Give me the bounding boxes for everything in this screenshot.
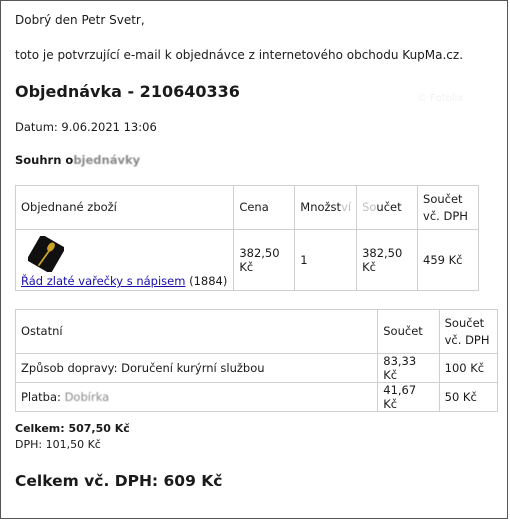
header-quantity: Množství (294, 185, 358, 230)
order-title: Objednávka - 210640336 (15, 82, 240, 101)
watermark-text: © Fotolia (417, 93, 464, 104)
greeting: Dobrý den Petr Svetr, (15, 13, 145, 27)
item-sum: 382,50 Kč (356, 229, 419, 291)
item-price: 382,50 Kč (233, 229, 296, 291)
summary-heading-visible: Souhrn o (15, 153, 74, 167)
header-product: Objednané zboží (14, 185, 235, 230)
table-row: Řád zlaté vařečky s nápisem (1884) 382,5… (14, 229, 479, 291)
payment-sum: 41,67 Kč (377, 382, 440, 412)
header-quantity-faded: ví (341, 200, 352, 214)
ordered-items-table: Objednané zboží Cena Množství Součet Sou… (14, 185, 479, 291)
header-sum: Součet (356, 185, 419, 230)
table-row: Platba: Dobírka 41,67 Kč 50 Kč (14, 382, 499, 412)
summary-heading: Souhrn objednávky (15, 153, 140, 167)
grand-total: Celkem vč. DPH: 609 Kč (15, 472, 223, 490)
product-link[interactable]: Řád zlaté vařečky s nápisem (21, 274, 185, 288)
product-code: (1884) (189, 274, 228, 288)
header-sum-vat: Součet vč. DPH (417, 185, 479, 230)
header-price: Cena (233, 185, 296, 230)
order-date: Datum: 9.06.2021 13:06 (15, 120, 157, 134)
items-header-row: Objednané zboží Cena Množství Součet Sou… (14, 185, 479, 230)
header-quantity-visible: Množst (300, 200, 342, 214)
summary-heading-smudged: bjednávky (73, 153, 141, 167)
item-sum-vat: 459 Kč (417, 229, 479, 291)
other-charges-table: Ostatní Součet Součet vč. DPH Způsob dop… (14, 309, 499, 412)
email-frame: Dobrý den Petr Svetr, toto je potvrzujíc… (0, 0, 508, 519)
payment-label-prefix: Platba: (21, 390, 61, 404)
shipping-sum-vat: 100 Kč (438, 353, 499, 383)
other-header-row: Ostatní Součet Součet vč. DPH (14, 309, 499, 354)
payment-label: Platba: Dobírka (14, 382, 379, 412)
header-sum-faded: So (362, 200, 377, 214)
intro-text: toto je potvrzující e-mail k objednávce … (15, 48, 464, 62)
header-other-sum: Součet (377, 309, 440, 354)
product-cell: Řád zlaté vařečky s nápisem (1884) (14, 229, 235, 291)
payment-method: Dobírka (64, 390, 110, 404)
payment-sum-vat: 50 Kč (438, 382, 499, 412)
golden-spoon-icon[interactable] (28, 236, 64, 272)
header-other-sum-vat: Součet vč. DPH (438, 309, 499, 354)
shipping-label: Způsob dopravy: Doručení kurýrní službou (14, 353, 379, 383)
shipping-sum: 83,33 Kč (377, 353, 440, 383)
table-row: Způsob dopravy: Doručení kurýrní službou… (14, 353, 499, 383)
header-other: Ostatní (14, 309, 379, 354)
item-quantity: 1 (294, 229, 358, 291)
total-net: Celkem: 507,50 Kč (15, 422, 130, 435)
header-sum-visible: učet (376, 200, 402, 214)
total-vat: DPH: 101,50 Kč (15, 438, 101, 451)
